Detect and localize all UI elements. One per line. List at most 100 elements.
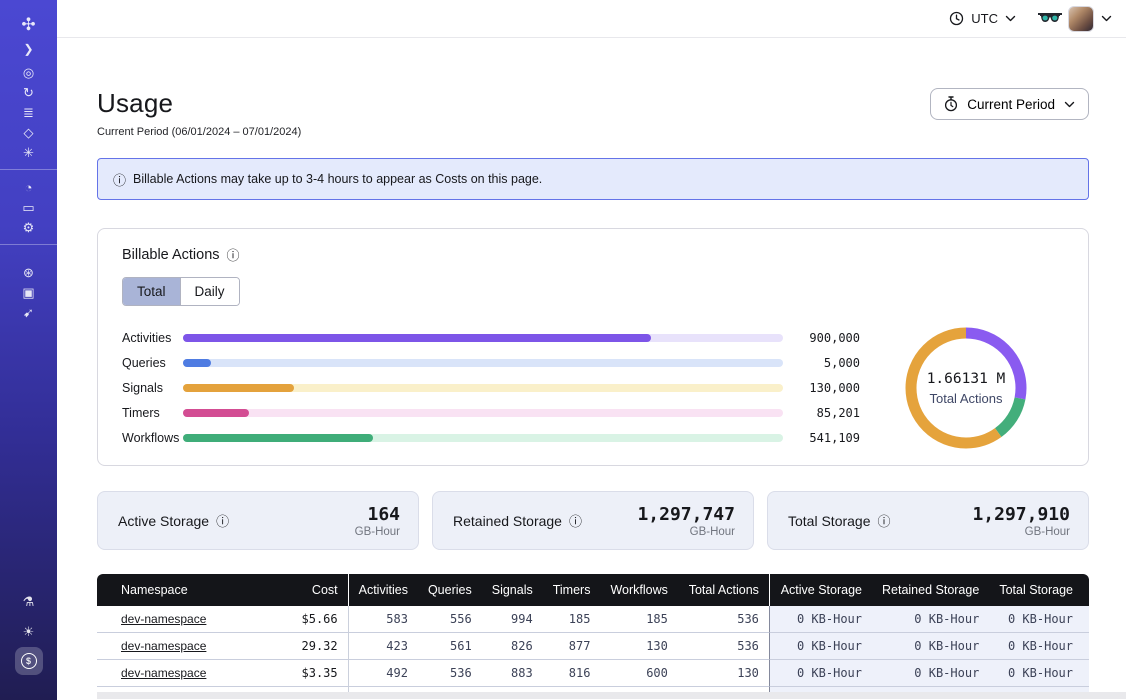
total-actions-donut: 1.66131 M Total Actions: [868, 323, 1064, 453]
period-selector-button[interactable]: Current Period: [930, 88, 1089, 120]
sidebar-item-settings[interactable]: ⚙: [0, 217, 57, 237]
bar-label: Signals: [122, 381, 183, 395]
settings-icon: ⚙: [23, 221, 35, 234]
storage-card-unit: GB-Hour: [355, 526, 400, 538]
tab-daily[interactable]: Daily: [180, 278, 239, 305]
sidebar-item-temporal-logo[interactable]: ✣: [0, 12, 57, 36]
dev-glasses-icon[interactable]: [1038, 12, 1062, 26]
sidebar-item-support[interactable]: ⊛: [0, 262, 57, 282]
column-header-total-storage: Total Storage: [989, 574, 1089, 606]
bottom-scrollbar-strip[interactable]: [97, 692, 1126, 699]
info-icon[interactable]: ⓘ: [569, 511, 582, 530]
tab-total[interactable]: Total: [123, 278, 180, 305]
cell-signals: 883: [482, 660, 543, 687]
account-menu[interactable]: [1068, 6, 1112, 32]
info-icon[interactable]: ⓘ: [227, 245, 240, 264]
cell-activities: 492: [348, 660, 418, 687]
cell-activities: 583: [348, 606, 418, 633]
storage-card-label: Retained Storage ⓘ: [453, 511, 582, 530]
cell-namespace: dev-namespace: [97, 660, 267, 687]
clock-icon: [949, 11, 964, 26]
layers-icon: ≣: [23, 106, 34, 119]
expand-sidebar-icon: ❯: [23, 43, 33, 55]
deployments-icon: ◇: [24, 126, 34, 139]
billing-icon: ▭: [22, 201, 34, 214]
billable-actions-card: Billable Actions ⓘ TotalDaily Activities…: [97, 228, 1089, 466]
info-icon: ⓘ: [113, 170, 126, 189]
storage-card-value: 164: [355, 504, 400, 525]
cell-total-storage: 0 KB-Hour: [989, 606, 1089, 633]
sidebar-item-deployments[interactable]: ◇: [0, 122, 57, 142]
bar-label: Timers: [122, 406, 183, 420]
info-icon[interactable]: ⓘ: [216, 511, 229, 530]
billable-actions-title: Billable Actions: [122, 247, 220, 263]
sidebar-item-nexus[interactable]: ✳: [0, 142, 57, 162]
column-header-signals: Signals: [482, 574, 543, 606]
sidebar: ✣ ❯ ◎ ↻ ≣ ◇ ✳ ◔ ▭ ⚙ ⊛ ▣ ➹ ⚗ ☀ $: [0, 0, 57, 700]
cell-retained-storage: 0 KB-Hour: [872, 606, 989, 633]
page-subtitle: Current Period (06/01/2024 – 07/01/2024): [97, 126, 301, 138]
column-header-workflows: Workflows: [600, 574, 677, 606]
column-header-retained-storage: Retained Storage: [872, 574, 989, 606]
avatar[interactable]: [1068, 6, 1094, 32]
cell-workflows: 130: [600, 633, 677, 660]
cell-queries: 536: [418, 660, 482, 687]
storage-summary-row: Active Storage ⓘ164GB-HourRetained Stora…: [97, 491, 1089, 550]
cell-total-storage: 0 KB-Hour: [989, 660, 1089, 687]
storage-card-value-block: 1,297,910GB-Hour: [972, 504, 1070, 538]
bar-label: Workflows: [122, 431, 183, 445]
cell-workflows: 600: [600, 660, 677, 687]
sidebar-item-credits[interactable]: $: [0, 646, 57, 676]
schedules-icon: ↻: [23, 86, 34, 99]
sidebar-lower-group: ⊛ ▣ ➹: [0, 262, 57, 322]
bar-row-timers: Timers 85,201: [122, 401, 860, 426]
sidebar-item-layers[interactable]: ≣: [0, 102, 57, 122]
cell-timers: 877: [543, 633, 601, 660]
cell-signals: 826: [482, 633, 543, 660]
donut-total-label: Total Actions: [927, 391, 1006, 406]
bar-row-activities: Activities900,000: [122, 326, 860, 351]
sidebar-item-theme-toggle[interactable]: ☀: [0, 616, 57, 646]
cell-total-actions: 130: [678, 660, 769, 687]
sidebar-item-namespaces[interactable]: ◎: [0, 62, 57, 82]
bar-fill: [183, 434, 373, 442]
chevron-down-icon: [1005, 15, 1016, 22]
theme-toggle-icon: ☀: [23, 625, 35, 638]
credits-badge: $: [15, 647, 43, 675]
sidebar-item-schedules[interactable]: ↻: [0, 82, 57, 102]
period-selector-label: Current Period: [967, 97, 1055, 112]
namespace-link[interactable]: dev-namespace: [121, 612, 206, 626]
billable-actions-title-row: Billable Actions ⓘ: [122, 245, 1064, 264]
cell-activities: 423: [348, 633, 418, 660]
cell-cost: $5.66: [267, 606, 347, 633]
timezone-label: UTC: [971, 11, 998, 26]
docs-icon: ▣: [22, 286, 34, 299]
storage-card-label: Active Storage ⓘ: [118, 511, 229, 530]
bar-track: [183, 409, 783, 417]
sidebar-item-expand-sidebar[interactable]: ❯: [0, 36, 57, 62]
info-icon[interactable]: ⓘ: [878, 511, 891, 530]
storage-card-unit: GB-Hour: [972, 526, 1070, 538]
cell-timers: 185: [543, 606, 601, 633]
chevron-down-icon: [1064, 101, 1075, 108]
timezone-selector[interactable]: UTC: [949, 11, 1016, 26]
sidebar-item-docs[interactable]: ▣: [0, 282, 57, 302]
bar-fill: [183, 384, 294, 392]
cell-retained-storage: 0 KB-Hour: [872, 660, 989, 687]
bar-fill: [183, 409, 249, 417]
bar-value: 85,201: [796, 406, 860, 420]
column-header-namespace: Namespace: [97, 574, 267, 606]
sidebar-item-labs[interactable]: ⚗: [0, 586, 57, 616]
storage-card-total-storage: Total Storage ⓘ1,297,910GB-Hour: [767, 491, 1089, 550]
cell-cost: 29.32: [267, 633, 347, 660]
sidebar-item-billing[interactable]: ▭: [0, 197, 57, 217]
namespace-link[interactable]: dev-namespace: [121, 666, 206, 680]
sidebar-top-group: ✣ ❯ ◎ ↻ ≣ ◇ ✳: [0, 12, 57, 162]
nexus-icon: ✳: [23, 146, 34, 159]
sidebar-item-usage[interactable]: ◔: [0, 177, 57, 197]
bar-value: 541,109: [796, 431, 860, 445]
temporal-logo-icon: ✣: [21, 16, 35, 33]
labs-icon: ⚗: [23, 595, 35, 608]
sidebar-item-getting-started[interactable]: ➹: [0, 302, 57, 322]
namespace-link[interactable]: dev-namespace: [121, 639, 206, 653]
